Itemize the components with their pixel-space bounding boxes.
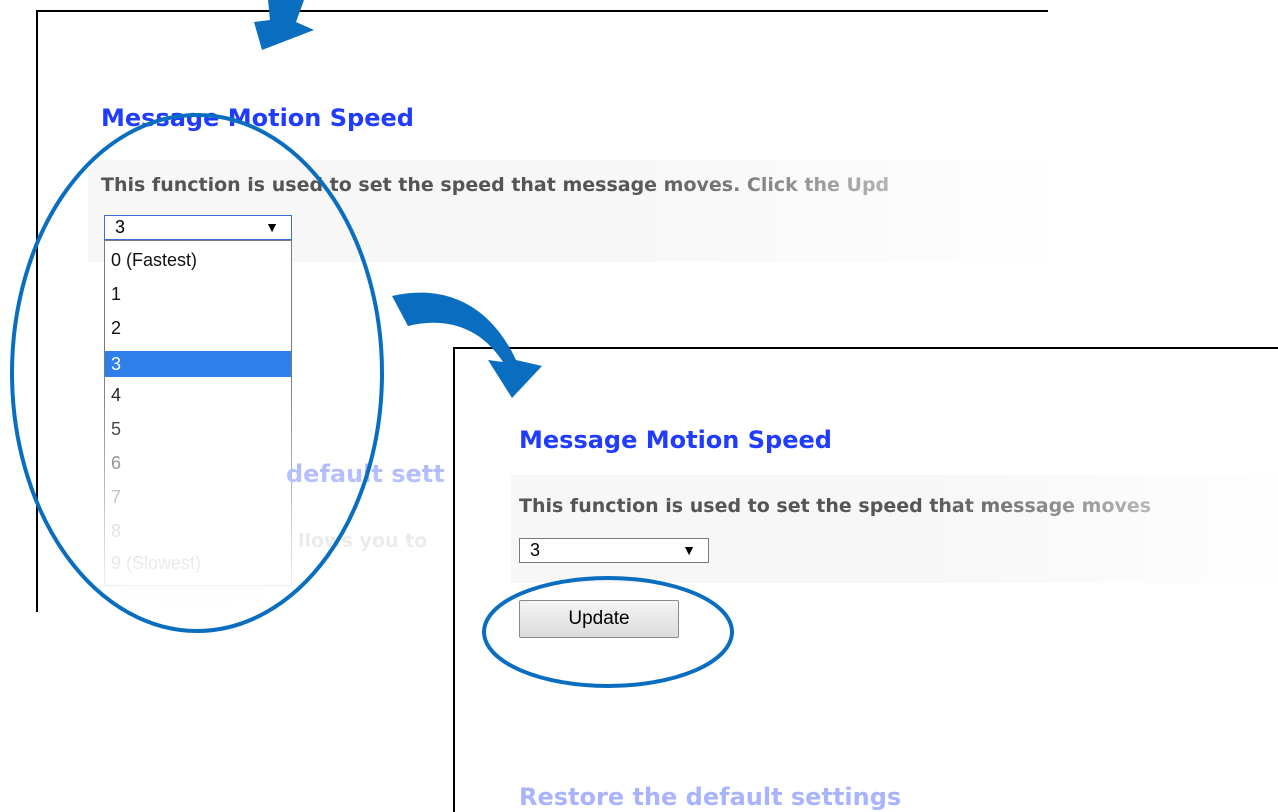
speed-select-value: 3 (115, 217, 126, 237)
speed-select[interactable]: 3 ▼ (519, 538, 709, 563)
speed-option[interactable]: 5 (105, 416, 291, 442)
chevron-down-icon: ▼ (682, 542, 696, 558)
speed-option[interactable]: 8 (105, 518, 291, 544)
section-heading: Message Motion Speed (519, 426, 832, 454)
section-description: This function is used to set the speed t… (519, 495, 1152, 517)
restore-heading: Restore the default settings (519, 783, 902, 811)
speed-option[interactable]: 9 (Slowest) (105, 550, 291, 576)
restore-button[interactable]: Restore (126, 588, 264, 612)
speed-select[interactable]: 3 ▼ (104, 215, 292, 240)
description-band (511, 475, 1278, 583)
update-button[interactable]: Update (519, 600, 679, 638)
speed-option[interactable]: 7 (105, 484, 291, 510)
restore-heading-partial: default sett (286, 460, 445, 488)
chevron-down-icon: ▼ (265, 219, 279, 235)
speed-option[interactable]: 0 (Fastest) (105, 247, 291, 273)
speed-option-selected[interactable]: 3 (105, 351, 291, 377)
section-description: This function is used to set the speed t… (101, 174, 890, 196)
restore-description-partial: llows you to (298, 530, 428, 552)
panel-right-screenshot: Message Motion Speed This function is us… (453, 347, 1278, 812)
speed-option[interactable]: 4 (105, 382, 291, 408)
speed-option[interactable]: 2 (105, 315, 291, 341)
speed-option[interactable]: 1 (105, 281, 291, 307)
speed-option[interactable]: 6 (105, 450, 291, 476)
section-heading: Message Motion Speed (101, 104, 414, 132)
speed-options-list[interactable]: 0 (Fastest) 1 2 3 4 5 6 7 8 9 (Slowest) (104, 240, 292, 586)
speed-select-value: 3 (530, 540, 541, 560)
